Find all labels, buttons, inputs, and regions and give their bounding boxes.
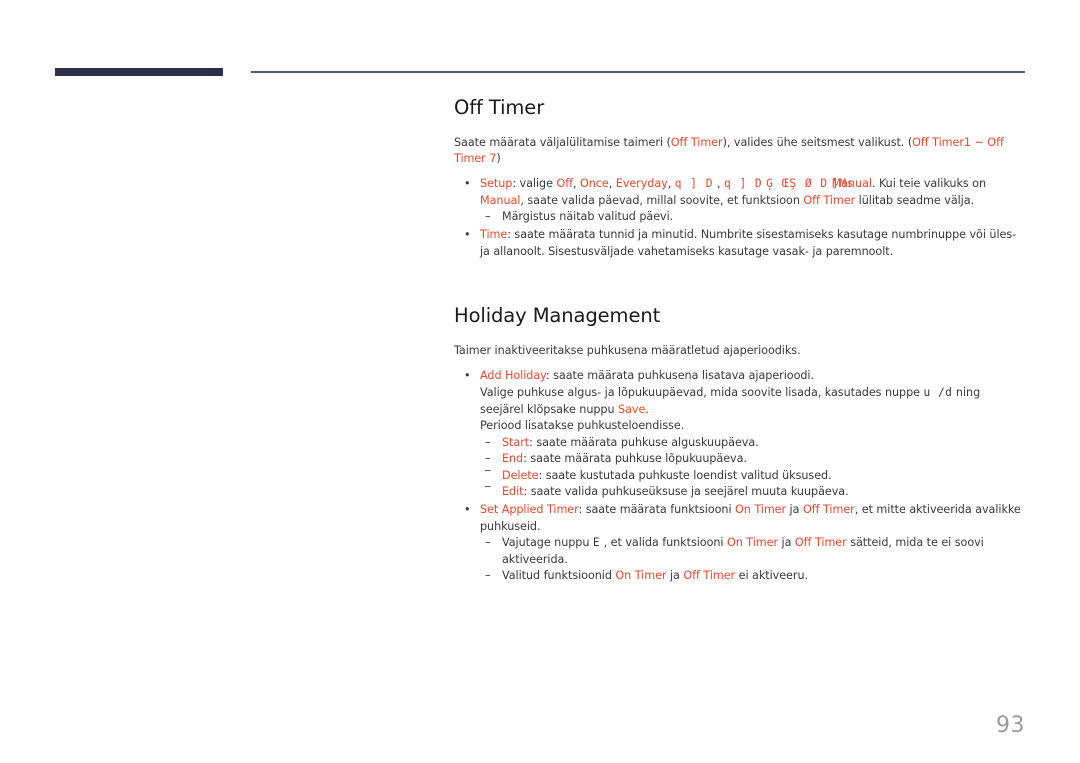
list-item-time: • Time: saate määrata tunnid ja minutid. …: [454, 227, 1026, 260]
sub-item-edit: ‾ Edit: saate valida puhkuseüksuse ja see…: [480, 484, 1026, 501]
sub-text-d: ei aktiveeru.: [735, 569, 808, 583]
instruction-text-c: .: [645, 402, 649, 416]
garbled-glyph-run-2: q ] D: [723, 177, 763, 191]
keyword-on-timer: On Timer: [735, 502, 787, 516]
list-item-setup: • Setup: valige Off, Once, Everyday, q ] …: [454, 176, 1026, 226]
sub-text-c: ja: [778, 536, 795, 550]
keyword-off-timer: Off Timer: [683, 569, 736, 583]
sub-item-text: : saate kustutada puhkuste loendist vali…: [538, 468, 832, 482]
off-timer-intro: Saate määrata väljalülitamise taimeri (O…: [454, 135, 1026, 167]
setup-sub-list: – Märgistus näitab valitud päevi.: [480, 209, 1026, 226]
sub-text-a: Vajutage nuppu: [502, 536, 593, 550]
dash-marker: –: [485, 452, 491, 466]
keyword-save: Save: [618, 402, 646, 416]
sub-item-text: : saate määrata puhkuse alguskuupäeva.: [529, 435, 759, 449]
page-title-holiday-management: Holiday Management: [454, 304, 661, 328]
list-item-add-holiday: • Add Holiday: saate määrata puhkusena li…: [454, 368, 1026, 501]
dash-marker: ‾: [485, 468, 491, 482]
sat-text-b: ja: [786, 502, 803, 516]
sub-text-c: ja: [666, 569, 684, 583]
list-item-set-applied-timer: • Set Applied Timer: saate määrata funkts…: [454, 502, 1026, 585]
keyword-on-timer: On Timer: [726, 536, 779, 550]
setup-sep-4: ,: [713, 177, 724, 191]
setup-text-b: . Kui teie valikuks on: [871, 177, 987, 191]
keyword-setup: Setup: [480, 177, 513, 191]
bullet-marker: •: [464, 369, 471, 383]
keyword-end: End: [502, 452, 524, 466]
document-content: Off Timer Saate määrata väljalülitamise …: [454, 96, 1026, 586]
keyword-everyday: Everyday: [615, 177, 668, 191]
set-applied-timer-sub-list: – Vajutage nuppu E , et valida funktsioon…: [480, 535, 1026, 585]
holiday-bullet-list: • Add Holiday: saate määrata puhkusena li…: [454, 368, 1026, 585]
keyword-once: Once: [580, 177, 609, 191]
bullet-marker: •: [464, 177, 471, 191]
sub-text-a: Valitud funktsioonid: [502, 569, 616, 583]
page-title-off-timer: Off Timer: [454, 96, 545, 119]
keyword-set-applied-timer: Set Applied Timer: [480, 502, 579, 516]
keyword-start: Start: [502, 435, 530, 449]
setup-sep-3: ,: [667, 177, 675, 191]
holiday-intro: Taimer inaktiveeritakse puhkusena määrat…: [454, 344, 801, 358]
sub-item-valitud: – Valitud funktsioonid On Timer ja Off Ti…: [480, 568, 1026, 585]
page-header-rule: [55, 68, 1025, 76]
intro-text-c: ): [496, 152, 501, 166]
setup-sep-2: ,: [608, 177, 616, 191]
keyword-add-holiday: Add Holiday: [480, 369, 546, 383]
keyword-manual-2: Manual: [480, 193, 521, 207]
setup-sep-1: ,: [572, 177, 580, 191]
garbled-glyph-run-3: Ģ ŒŞ Ø D: [766, 177, 829, 191]
keyword-manual-1: Manual: [831, 177, 872, 191]
add-holiday-instruction: Valige puhkuse algus- ja lõpukuupäevad, …: [480, 385, 1026, 418]
dash-marker: –: [485, 569, 491, 583]
header-divider-line: [251, 71, 1025, 73]
keyword-on-timer: On Timer: [615, 569, 667, 583]
time-text: : saate määrata tunnid ja minutid. Numbr…: [480, 227, 1017, 258]
add-holiday-text: : saate määrata puhkusena lisatava ajape…: [545, 369, 814, 383]
keyword-off-timer-2: Off Timer: [803, 193, 856, 207]
sub-item-margistus: – Märgistus näitab valitud päevi.: [480, 209, 1026, 226]
dash-marker: –: [485, 210, 491, 224]
setup-text-a: : valige: [512, 177, 557, 191]
intro-text-a: Saate määrata väljalülitamise taimeri (: [454, 136, 671, 150]
bullet-marker: •: [464, 227, 471, 241]
setup-text-c: , saate valida päevad, millal soovite, e…: [520, 193, 804, 207]
garbled-glyph-run-1: q ] D: [674, 177, 714, 191]
sub-item-text: : saate määrata puhkuse lõpukuupäeva.: [523, 452, 747, 466]
sat-text-a: : saate määrata funktsiooni: [578, 502, 736, 516]
add-holiday-sub-list: – Start: saate määrata puhkuse alguskuupä…: [480, 435, 1026, 501]
off-timer-bullet-list: • Setup: valige Off, Once, Everyday, q ] …: [454, 176, 1026, 260]
sub-item-vajutage: – Vajutage nuppu E , et valida funktsioon…: [480, 535, 1026, 568]
sub-item-end: – End: saate määrata puhkuse lõpukuupäeva…: [480, 451, 1026, 468]
sub-item-text: Märgistus näitab valitud päevi.: [502, 210, 674, 224]
sub-item-delete: ‾ Delete: saate kustutada puhkuste loendi…: [480, 468, 1026, 485]
header-tab-bar: [55, 68, 223, 76]
keyword-off: Off: [556, 177, 573, 191]
add-holiday-note: Periood lisatakse puhkusteloendisse.: [480, 419, 685, 433]
keyword-delete: Delete: [502, 468, 539, 482]
keyword-edit: Edit: [502, 485, 524, 499]
sub-text-b: , et valida funktsiooni: [600, 536, 727, 550]
keyword-off-timer: Off Timer: [670, 136, 723, 150]
dash-marker: ‾: [485, 485, 491, 499]
instruction-text-a: Valige puhkuse algus- ja lõpukuupäevad, …: [480, 385, 924, 399]
keyword-off-timer: Off Timer: [794, 536, 847, 550]
keyword-time: Time: [480, 227, 508, 241]
garbled-glyph-run-arrows: u /d: [923, 385, 953, 399]
dash-marker: –: [485, 536, 491, 550]
sub-item-start: – Start: saate määrata puhkuse alguskuupä…: [480, 435, 1026, 452]
page-number: 93: [996, 713, 1025, 738]
intro-text-b: ), valides ühe seitsmest valikust. (: [722, 136, 913, 150]
bullet-marker: •: [464, 502, 471, 516]
sub-item-text: : saate valida puhkuseüksuse ja seejärel…: [523, 485, 849, 499]
setup-text-d: lülitab seadme välja.: [855, 193, 975, 207]
dash-marker: –: [485, 435, 491, 449]
keyword-off-timer: Off Timer: [802, 502, 855, 516]
